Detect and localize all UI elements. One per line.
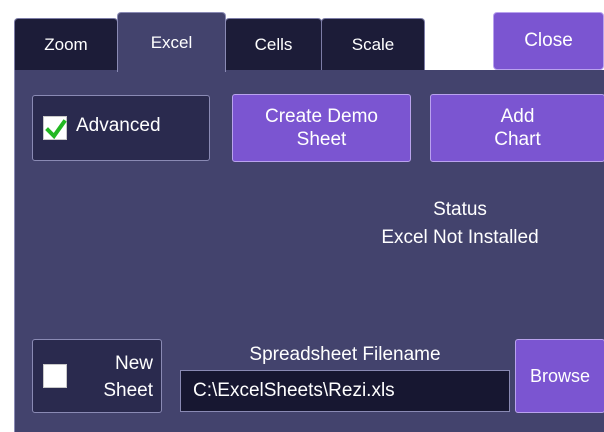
new-sheet-label-line2: Sheet [103, 380, 153, 401]
status-value: Excel Not Installed [381, 227, 539, 248]
spreadsheet-filename-label: Spreadsheet Filename [249, 344, 441, 365]
tab-cells[interactable]: Cells [225, 18, 322, 70]
create-demo-sheet-line1: Create Demo [265, 106, 378, 127]
status-title: Status [433, 199, 487, 220]
add-chart-button[interactable]: Add Chart [430, 94, 604, 162]
new-sheet-label-line1: New [114, 353, 153, 374]
browse-button[interactable]: Browse [515, 339, 604, 413]
spreadsheet-filename-input[interactable] [180, 370, 510, 412]
advanced-label: Advanced [76, 115, 161, 136]
close-button[interactable]: Close [493, 12, 604, 70]
new-sheet-checkbox-frame[interactable]: New Sheet [32, 339, 162, 413]
tab-scale[interactable]: Scale [321, 18, 425, 70]
advanced-checkbox-frame[interactable]: Advanced [32, 95, 210, 161]
add-chart-line2: Chart [494, 129, 541, 150]
new-sheet-label: New Sheet [103, 350, 153, 404]
advanced-checkbox[interactable] [43, 116, 67, 140]
tab-bar: Zoom Cells Scale Excel Close [0, 0, 604, 72]
create-demo-sheet-button[interactable]: Create Demo Sheet [232, 94, 411, 162]
tab-excel[interactable]: Excel [117, 12, 226, 72]
tab-zoom[interactable]: Zoom [14, 18, 118, 70]
status-block: Status Excel Not Installed [315, 196, 604, 252]
checkmark-icon [45, 119, 67, 140]
create-demo-sheet-line2: Sheet [296, 129, 347, 150]
new-sheet-checkbox[interactable] [43, 364, 67, 388]
excel-dialog: Zoom Cells Scale Excel Close Advanced Cr… [0, 0, 604, 432]
excel-panel: Advanced Create Demo Sheet Add Chart Sta… [14, 70, 604, 432]
add-chart-line1: Add [500, 106, 535, 127]
